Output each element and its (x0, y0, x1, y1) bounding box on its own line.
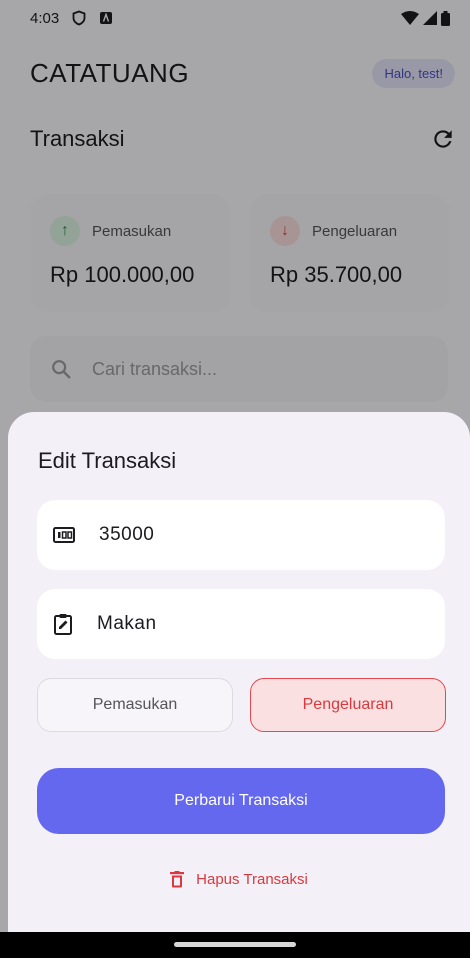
home-gesture-handle[interactable] (174, 942, 296, 947)
type-expense-button[interactable]: Pengeluaran (250, 678, 446, 732)
edit-transaction-sheet: Edit Transaksi 35000 Makan Pemasukan Pen… (8, 412, 470, 932)
system-nav-bar (0, 932, 470, 958)
description-value: Makan (97, 613, 157, 634)
delete-transaction-label: Hapus Transaksi (196, 870, 308, 888)
money-icon (53, 527, 75, 543)
amount-field[interactable]: 35000 (37, 500, 445, 570)
sheet-title: Edit Transaksi (38, 448, 177, 473)
clipboard-edit-icon (54, 614, 72, 635)
trash-icon (170, 870, 185, 887)
amount-value: 35000 (99, 524, 155, 545)
type-income-button[interactable]: Pemasukan (37, 678, 233, 732)
delete-transaction-button[interactable]: Hapus Transaksi (8, 868, 470, 890)
update-transaction-button[interactable]: Perbarui Transaksi (37, 768, 445, 834)
description-field[interactable]: Makan (37, 589, 445, 659)
